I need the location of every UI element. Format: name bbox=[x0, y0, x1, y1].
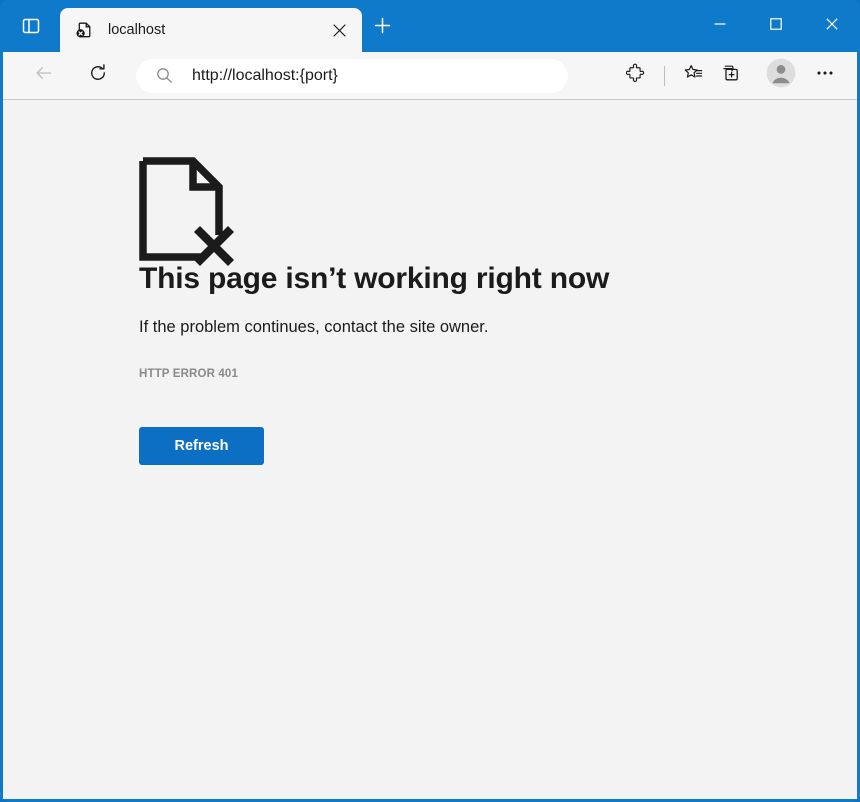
tab-actions-menu-button[interactable] bbox=[14, 14, 48, 42]
error-page: This page isn’t working right now If the… bbox=[0, 100, 860, 799]
favorites-button[interactable] bbox=[674, 57, 712, 95]
maximize-button[interactable] bbox=[748, 0, 804, 52]
extensions-button[interactable] bbox=[617, 57, 655, 95]
puzzle-piece-icon bbox=[626, 63, 646, 88]
search-icon bbox=[154, 66, 174, 86]
ellipsis-icon bbox=[815, 63, 835, 88]
arrow-left-icon bbox=[34, 63, 54, 88]
new-tab-button[interactable] bbox=[368, 14, 396, 42]
error-subtext: If the problem continues, contact the si… bbox=[139, 318, 860, 337]
page-title: This page isn’t working right now bbox=[139, 262, 860, 296]
back-button[interactable] bbox=[26, 58, 62, 94]
star-list-icon bbox=[683, 63, 704, 89]
toolbar-divider bbox=[664, 66, 665, 86]
broken-document-icon bbox=[139, 100, 235, 210]
person-avatar-icon bbox=[766, 58, 796, 93]
address-input[interactable]: http://localhost:{port} bbox=[192, 67, 338, 85]
broken-page-favicon-icon bbox=[74, 20, 94, 40]
address-bar[interactable]: http://localhost:{port} bbox=[136, 59, 568, 93]
tab-localhost[interactable]: localhost bbox=[60, 8, 362, 52]
browser-window: localhost bbox=[0, 0, 860, 802]
title-bar: localhost bbox=[0, 0, 860, 52]
reload-button[interactable] bbox=[80, 58, 116, 94]
toolbar-actions bbox=[617, 57, 850, 95]
plus-icon bbox=[374, 17, 391, 39]
profile-button[interactable] bbox=[762, 57, 800, 95]
tab-close-icon[interactable] bbox=[326, 17, 352, 43]
collections-add-icon bbox=[721, 63, 742, 89]
collections-button[interactable] bbox=[712, 57, 750, 95]
refresh-icon bbox=[88, 63, 108, 88]
browser-toolbar: http://localhost:{port} bbox=[0, 52, 860, 100]
settings-and-more-button[interactable] bbox=[806, 57, 844, 95]
close-window-button[interactable] bbox=[804, 0, 860, 52]
close-icon bbox=[825, 17, 839, 36]
minimize-button[interactable] bbox=[692, 0, 748, 52]
tab-title: localhost bbox=[108, 22, 326, 38]
minimize-icon bbox=[713, 17, 727, 36]
maximize-icon bbox=[769, 17, 783, 36]
window-controls bbox=[692, 0, 860, 52]
error-code: HTTP ERROR 401 bbox=[139, 368, 860, 380]
split-panel-icon bbox=[22, 17, 40, 40]
refresh-button[interactable]: Refresh bbox=[139, 427, 264, 465]
